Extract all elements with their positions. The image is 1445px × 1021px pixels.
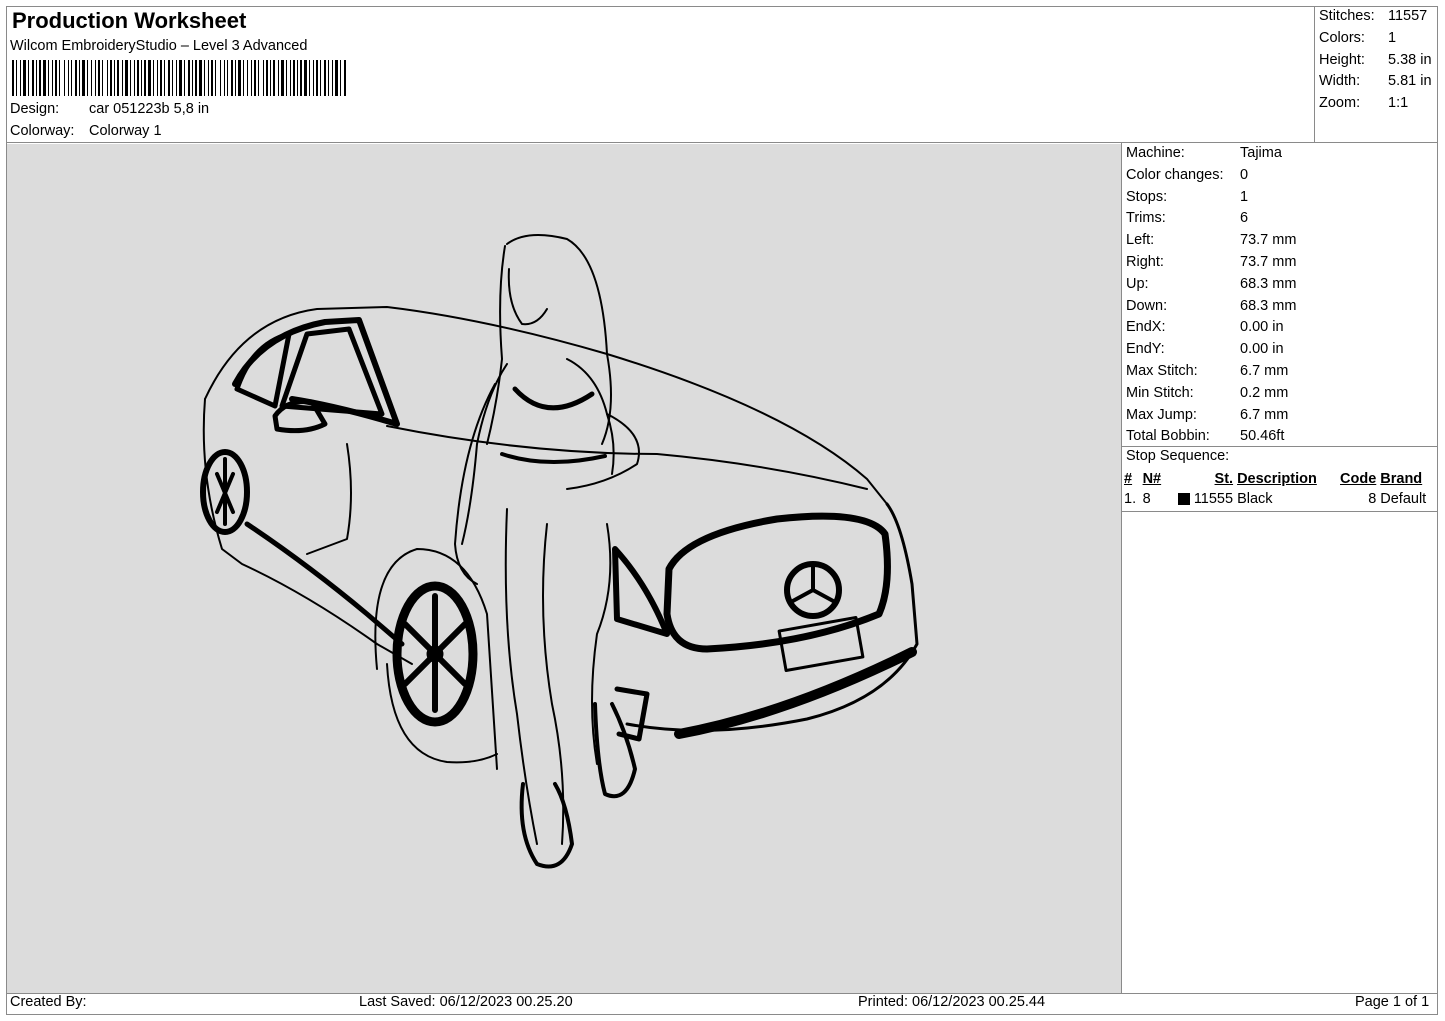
- detail-value: Tajima: [1240, 145, 1282, 161]
- colors-label: Colors:: [1319, 29, 1365, 46]
- woman-waist: [500, 452, 607, 465]
- detail-value: 50.46ft: [1240, 428, 1285, 445]
- footer-printed: Printed: 06/12/2023 00.25.44: [858, 994, 1046, 1010]
- detail-value: 0.2 mm: [1240, 384, 1289, 401]
- car-grille: [663, 512, 891, 653]
- height-value: 5.38 in: [1388, 51, 1432, 68]
- details-divider: [1121, 142, 1122, 993]
- row-brand: Default: [1380, 491, 1427, 507]
- detail-value: 68.3 mm: [1240, 297, 1297, 314]
- detail-value: 0.00 in: [1240, 341, 1284, 358]
- stop-sequence-row: 1. 8 11555 Black 8 Default: [1122, 489, 1436, 509]
- detail-label: Down:: [1126, 297, 1168, 314]
- car-hood-line: [386, 425, 868, 490]
- column-needle: N#: [1142, 471, 1162, 487]
- footer-created-by: Created By:: [10, 994, 87, 1010]
- woman-face: [507, 268, 548, 326]
- zoom-value: 1:1: [1388, 95, 1409, 112]
- row-description: Black: [1237, 491, 1273, 507]
- zoom-label: Zoom:: [1319, 95, 1361, 112]
- thread-color-swatch: [1177, 493, 1190, 506]
- detail-label: Color changes:: [1126, 166, 1224, 183]
- width-label: Width:: [1319, 73, 1361, 90]
- row-index: 1.: [1124, 491, 1137, 507]
- software-name: Wilcom EmbroideryStudio – Level 3 Advanc…: [10, 38, 308, 54]
- detail-label: Stops:: [1126, 188, 1168, 205]
- detail-label: Up:: [1126, 275, 1149, 292]
- colors-value: 1: [1388, 29, 1397, 46]
- detail-label: Max Jump:: [1126, 406, 1197, 423]
- page-title: Production Worksheet: [12, 8, 247, 33]
- detail-label: Max Stitch:: [1126, 363, 1198, 379]
- detail-label: Total Bobbin:: [1126, 428, 1210, 445]
- detail-value: 6.7 mm: [1240, 406, 1289, 423]
- summary-divider: [1314, 6, 1315, 143]
- stitches-label: Stitches:: [1319, 8, 1375, 24]
- design-value: car 051223b 5,8 in: [89, 101, 210, 117]
- design-preview: [7, 144, 1121, 993]
- detail-label: Left:: [1126, 232, 1155, 249]
- header-divider: [6, 142, 1438, 143]
- detail-value: 73.7 mm: [1240, 254, 1297, 270]
- car-fender-vent: [614, 686, 650, 742]
- detail-value: 73.7 mm: [1240, 232, 1297, 249]
- footer-page-number: Page 1 of 1: [1355, 994, 1430, 1010]
- column-brand: Brand: [1380, 471, 1423, 487]
- stop-sequence-table: # N# St. Description Code Brand 1. 8 115…: [1122, 469, 1436, 509]
- car-door-line: [306, 443, 352, 555]
- row-needle: 8: [1142, 491, 1151, 507]
- detail-value: 1: [1240, 188, 1249, 205]
- detail-value: 0: [1240, 166, 1249, 183]
- column-description: Description: [1237, 471, 1317, 487]
- detail-label: EndX:: [1126, 319, 1166, 336]
- car-rear-wheel-spokes: [215, 457, 235, 526]
- woman-hair: [486, 234, 612, 445]
- woman-top: [512, 386, 595, 411]
- stitches-value: 11557: [1388, 8, 1428, 24]
- footer-divider: [6, 993, 1438, 994]
- detail-label: Right:: [1126, 254, 1164, 270]
- column-stitches: St.: [1214, 471, 1234, 487]
- detail-value: 6.7 mm: [1240, 363, 1289, 379]
- car-side-sill: [244, 521, 405, 647]
- stop-sequence-header-row: # N# St. Description Code Brand: [1122, 469, 1436, 489]
- detail-label: EndY:: [1126, 341, 1165, 358]
- height-label: Height:: [1319, 51, 1365, 68]
- detail-value: 68.3 mm: [1240, 275, 1297, 292]
- footer-last-saved: Last Saved: 06/12/2023 00.25.20: [359, 994, 573, 1010]
- row-code: 8: [1368, 491, 1377, 507]
- column-code: Code: [1340, 471, 1377, 487]
- stops-divider-bottom: [1121, 511, 1438, 512]
- design-label: Design:: [10, 101, 60, 117]
- woman-shoe-right: [593, 702, 637, 799]
- barcode-image: [12, 60, 346, 96]
- car-side-window-rear: [234, 331, 292, 409]
- colorway-value: Colorway 1: [89, 123, 162, 139]
- detail-value: 0.00 in: [1240, 319, 1284, 336]
- detail-label: Min Stitch:: [1126, 384, 1194, 401]
- colorway-label: Colorway:: [10, 123, 75, 139]
- detail-value: 6: [1240, 210, 1249, 227]
- car-front-wheel-hub: [426, 645, 444, 663]
- stop-sequence-heading: Stop Sequence:: [1126, 448, 1230, 464]
- detail-label: Trims:: [1126, 210, 1166, 227]
- width-value: 5.81 in: [1388, 73, 1432, 90]
- car-headlight: [612, 546, 670, 637]
- detail-label: Machine:: [1126, 145, 1185, 161]
- row-stitches: 11555: [1193, 491, 1234, 507]
- row-stitches-cell: 11555: [1167, 489, 1235, 509]
- woman-arm-left: [454, 383, 496, 585]
- column-index: #: [1124, 471, 1133, 487]
- embroidery-drawing: [200, 234, 919, 869]
